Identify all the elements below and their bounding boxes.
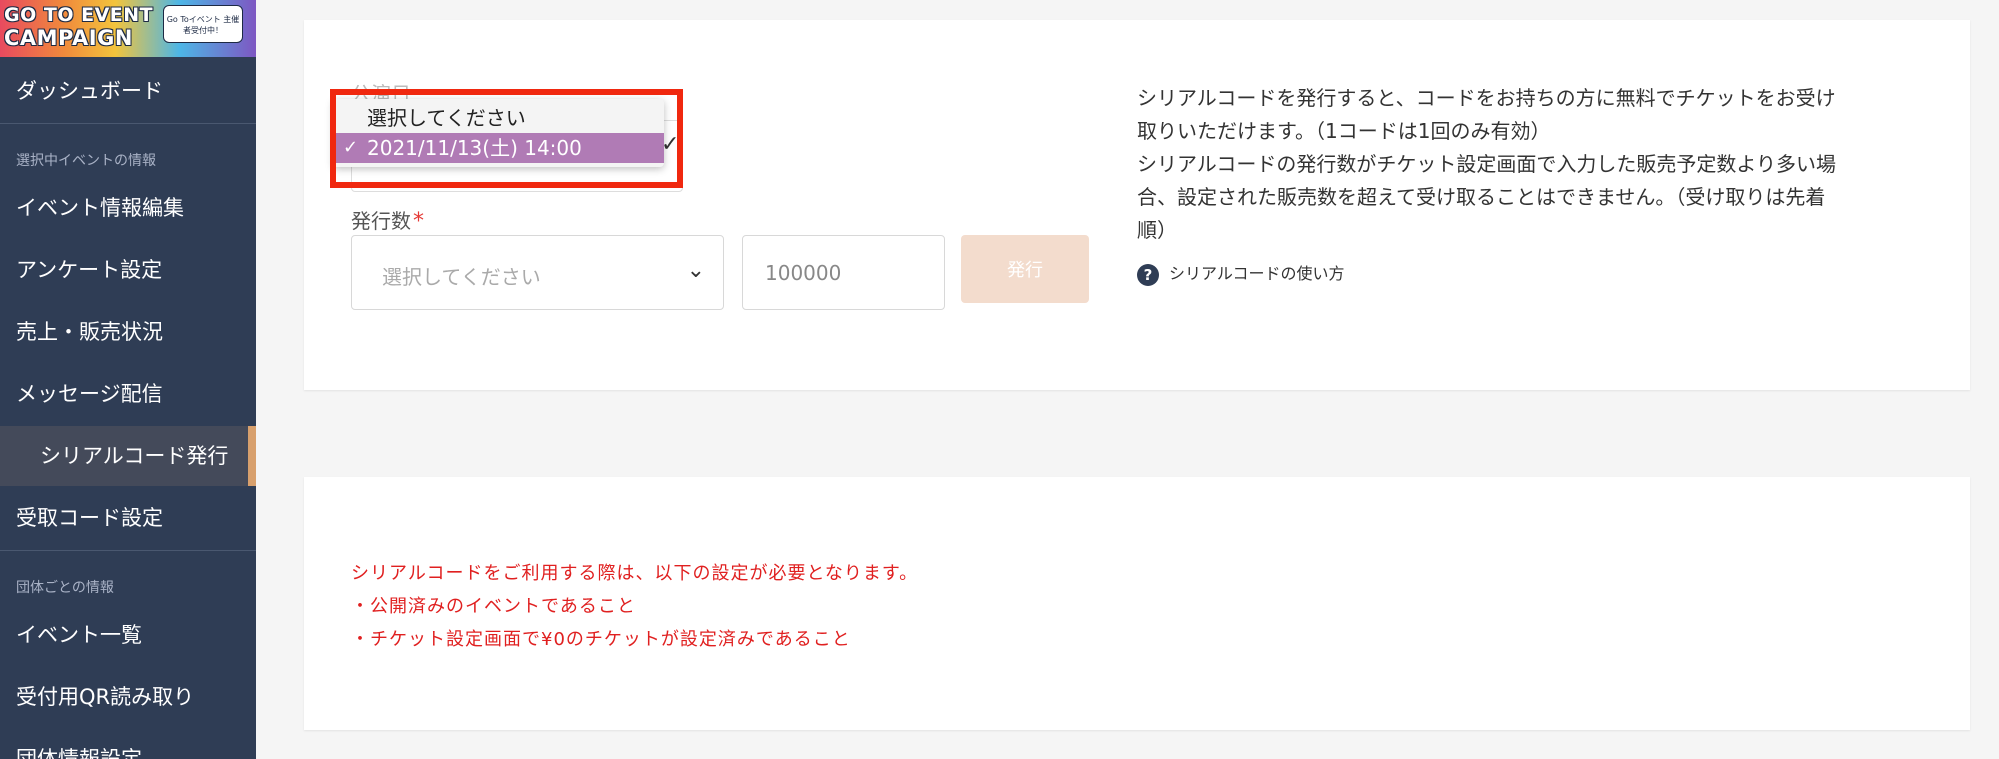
sidebar-item-org-settings[interactable]: 団体情報設定 <box>0 729 256 759</box>
description-line: 取りいただけます。（1コードは1回のみ有効） <box>1137 119 1551 143</box>
sidebar-divider <box>0 123 256 124</box>
description-line: 順） <box>1137 218 1177 242</box>
sidebar: GO TO EVENT CAMPAIGN Go Toイベント 主催者受付中！ ダ… <box>0 0 256 759</box>
notice-line: ・チケット設定画面で¥0のチケットが設定済みであること <box>351 629 851 650</box>
sidebar-item-messages[interactable]: メッセージ配信 <box>0 364 256 424</box>
sidebar-item-qr-reader[interactable]: 受付用QR読み取り <box>0 667 256 727</box>
required-asterisk: * <box>413 209 424 234</box>
help-link-label: シリアルコードの使い方 <box>1169 264 1345 283</box>
issue-button[interactable]: 発行 <box>961 235 1089 303</box>
sidebar-item-event-edit[interactable]: イベント情報編集 <box>0 178 256 238</box>
serial-code-description: シリアルコードを発行すると、コードをお持ちの方に無料でチケットをお受け 取りいた… <box>1137 82 1919 247</box>
notice-line: ・公開済みのイベントであること <box>351 596 636 617</box>
count-label: 発行数* <box>351 205 424 234</box>
quantity-input[interactable] <box>742 235 945 310</box>
serial-code-help-link[interactable]: ? シリアルコードの使い方 <box>1137 260 1345 286</box>
count-select[interactable]: 選択してください ⌄ <box>351 235 724 310</box>
sidebar-section-event: 選択中イベントの情報 <box>16 153 156 169</box>
description-line: シリアルコードを発行すると、コードをお持ちの方に無料でチケットをお受け <box>1137 86 1836 110</box>
question-icon: ? <box>1137 263 1159 286</box>
description-line: シリアルコードの発行数がチケット設定画面で入力した販売予定数より多い場 <box>1137 152 1836 176</box>
count-label-text: 発行数 <box>351 209 411 233</box>
sidebar-item-receive-code[interactable]: 受取コード設定 <box>0 488 256 548</box>
chevron-down-icon: ⌄ <box>686 258 705 283</box>
sidebar-item-event-list[interactable]: イベント一覧 <box>0 605 256 665</box>
sidebar-item-serial-code[interactable]: シリアルコード発行 <box>0 426 256 486</box>
banner-title-line1: GO TO EVENT <box>4 4 154 26</box>
banner-badge: Go Toイベント 主催者受付中！ <box>163 5 243 43</box>
requirements-notice: シリアルコードをご利用する際は、以下の設定が必要となります。 ・公開済みのイベン… <box>351 557 918 656</box>
sidebar-item-sales[interactable]: 売上・販売状況 <box>0 302 256 362</box>
highlight-frame <box>330 89 683 188</box>
description-line: 合、設定された販売数を超えて受け取ることはできません。（受け取りは先着 <box>1137 185 1826 209</box>
sidebar-divider <box>0 550 256 551</box>
notice-line: シリアルコードをご利用する際は、以下の設定が必要となります。 <box>351 563 919 584</box>
sidebar-section-org: 団体ごとの情報 <box>16 580 114 596</box>
sidebar-item-dashboard[interactable]: ダッシュボード <box>0 61 256 121</box>
sidebar-item-survey[interactable]: アンケート設定 <box>0 240 256 300</box>
campaign-banner[interactable]: GO TO EVENT CAMPAIGN Go Toイベント 主催者受付中！ <box>0 0 256 57</box>
count-select-placeholder: 選択してください <box>382 265 541 289</box>
banner-title-line2: CAMPAIGN <box>4 26 133 50</box>
